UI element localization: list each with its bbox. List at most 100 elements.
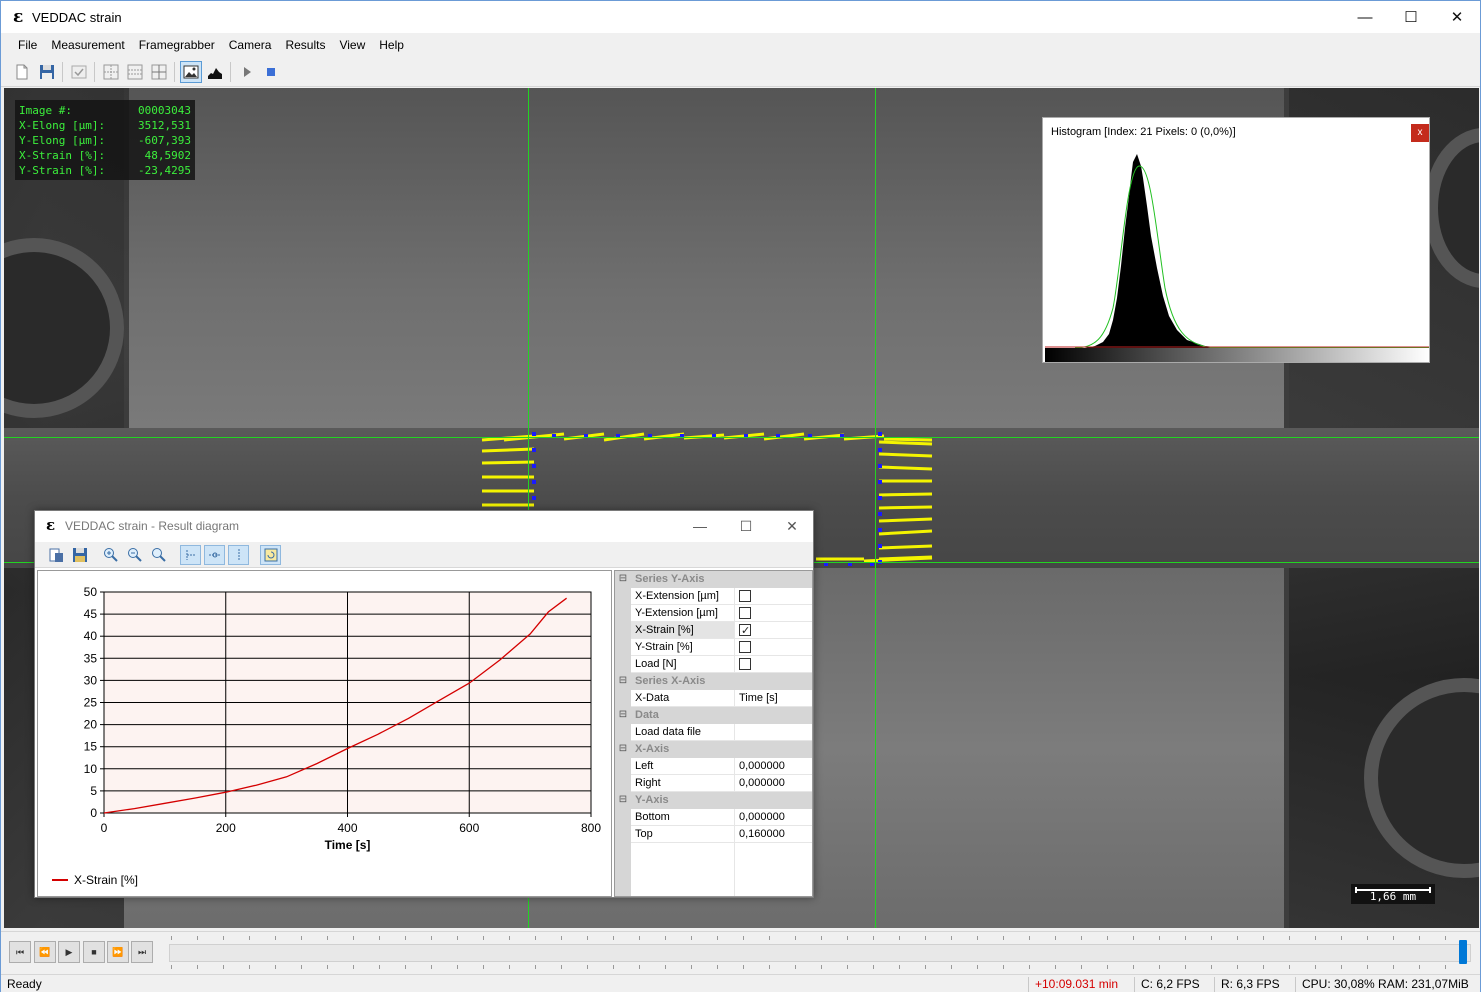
save-diagram-icon[interactable] <box>69 545 90 565</box>
property-gutter <box>615 656 631 673</box>
menu-framegrabber[interactable]: Framegrabber <box>132 34 222 56</box>
property-row[interactable]: Bottom 0,000000 <box>615 809 812 826</box>
zoom-fit-icon[interactable] <box>148 545 169 565</box>
histogram-panel[interactable]: Histogram [Index: 21 Pixels: 0 (0,0%)] x <box>1042 117 1430 363</box>
property-checkbox[interactable] <box>739 590 751 602</box>
property-name: X-Data <box>631 690 735 707</box>
play-icon[interactable]: ▶ <box>58 941 80 963</box>
play-icon[interactable] <box>236 61 258 83</box>
property-category[interactable]: ⊟ Data <box>615 707 812 724</box>
grid-horizontal-icon[interactable] <box>124 61 146 83</box>
property-row[interactable]: X-Extension [µm] <box>615 588 812 605</box>
property-row[interactable]: Y-Strain [%] <box>615 639 812 656</box>
menu-measurement[interactable]: Measurement <box>44 34 131 56</box>
collapse-icon[interactable]: ⊟ <box>615 673 631 690</box>
result-diagram-window: ε VEDDAC strain - Result diagram — ☐ ✕ 0… <box>34 510 814 898</box>
property-category[interactable]: ⊟ Series Y-Axis <box>615 571 812 588</box>
property-value[interactable] <box>735 724 812 741</box>
result-chart[interactable]: 0 5 10 15 20 25 30 35 40 45 50 0 200 400 600 800 Time [s… <box>37 570 612 897</box>
timeline-slider[interactable] <box>169 944 1471 962</box>
property-checkbox[interactable] <box>739 607 751 619</box>
y-tick-label: 0 <box>90 806 97 820</box>
x-tick-label: 200 <box>216 821 236 835</box>
property-row[interactable]: Load [N] <box>615 656 812 673</box>
property-checkbox[interactable] <box>739 658 751 670</box>
grid-both-icon[interactable] <box>148 61 170 83</box>
zoom-out-icon[interactable] <box>124 545 145 565</box>
property-row[interactable]: Left 0,000000 <box>615 758 812 775</box>
property-checkbox[interactable] <box>739 641 751 653</box>
minimize-button[interactable]: — <box>1342 1 1388 33</box>
new-icon[interactable] <box>11 61 33 83</box>
pan-x-icon[interactable] <box>180 545 201 565</box>
title-bar: ε VEDDAC strain — ☐ ✕ <box>1 1 1480 33</box>
pan-y-icon[interactable] <box>228 545 249 565</box>
status-ready: Ready <box>7 977 42 991</box>
collapse-icon[interactable]: ⊟ <box>615 792 631 809</box>
histogram-icon[interactable] <box>204 61 226 83</box>
stop-icon[interactable]: ■ <box>83 941 105 963</box>
maximize-button[interactable]: ☐ <box>1388 1 1434 33</box>
overlay-row: Y-Elong [µm]: -607,393 <box>19 134 191 147</box>
property-category-label: X-Axis <box>635 743 670 755</box>
property-row[interactable]: Right 0,000000 <box>615 775 812 792</box>
property-value[interactable]: 0,000000 <box>735 809 812 826</box>
property-gutter <box>615 690 631 707</box>
property-row[interactable]: Top 0,160000 <box>615 826 812 843</box>
skip-start-icon[interactable]: ⏮ <box>9 941 31 963</box>
property-value <box>735 622 812 639</box>
property-category[interactable]: ⊟ Y-Axis <box>615 792 812 809</box>
property-gutter <box>615 639 631 656</box>
skip-end-icon[interactable]: ⏭ <box>131 941 153 963</box>
collapse-icon[interactable]: ⊟ <box>615 707 631 724</box>
property-row[interactable]: X-Data Time [s] <box>615 690 812 707</box>
property-value[interactable]: 0,000000 <box>735 775 812 792</box>
result-maximize-button[interactable]: ☐ <box>723 511 769 541</box>
diagram-property-grid[interactable]: ⊟ Series Y-Axis X-Extension [µm] Y-Extensio… <box>614 570 813 897</box>
property-value[interactable]: Time [s] <box>735 690 812 707</box>
scale-bar: 1,66 mm <box>1351 884 1435 904</box>
check-icon[interactable] <box>68 61 90 83</box>
close-button[interactable]: ✕ <box>1434 1 1480 33</box>
stop-icon[interactable] <box>260 61 282 83</box>
legend-swatch <box>52 879 68 881</box>
export-icon[interactable] <box>45 545 66 565</box>
zoom-in-icon[interactable] <box>100 545 121 565</box>
property-row[interactable]: Load data file <box>615 724 812 741</box>
result-diagram-title: VEDDAC strain - Result diagram <box>65 519 240 533</box>
grid-vertical-icon[interactable] <box>100 61 122 83</box>
pan-xy-icon[interactable] <box>204 545 225 565</box>
chart-legend: X-Strain [%] <box>52 873 138 887</box>
collapse-icon[interactable]: ⊟ <box>615 741 631 758</box>
guide-line-horizontal[interactable] <box>4 437 1479 438</box>
step-back-icon[interactable]: ⏪ <box>34 941 56 963</box>
result-minimize-button[interactable]: — <box>677 511 723 541</box>
refresh-icon[interactable] <box>260 545 281 565</box>
property-name: Load [N] <box>631 656 735 673</box>
property-value[interactable]: 0,000000 <box>735 758 812 775</box>
guide-line-vertical[interactable] <box>875 88 876 928</box>
result-close-button[interactable]: ✕ <box>769 511 815 541</box>
y-tick-label: 35 <box>84 651 98 665</box>
property-value[interactable]: 0,160000 <box>735 826 812 843</box>
property-category[interactable]: ⊟ Series X-Axis <box>615 673 812 690</box>
menu-results[interactable]: Results <box>278 34 332 56</box>
playback-bar: ⏮ ⏪ ▶ ■ ⏩ ⏭ <box>1 931 1480 973</box>
timeline-thumb[interactable] <box>1459 940 1468 964</box>
histogram-close-button[interactable]: x <box>1411 124 1429 142</box>
app-logo: ε <box>13 7 24 27</box>
menu-file[interactable]: File <box>11 34 44 56</box>
save-icon[interactable] <box>36 61 58 83</box>
step-forward-icon[interactable]: ⏩ <box>107 941 129 963</box>
menu-view[interactable]: View <box>332 34 372 56</box>
property-row[interactable]: Y-Extension [µm] <box>615 605 812 622</box>
property-checkbox[interactable] <box>739 623 751 639</box>
menu-help[interactable]: Help <box>372 34 411 56</box>
collapse-icon[interactable]: ⊟ <box>615 571 631 588</box>
property-row[interactable]: X-Strain [%] <box>615 622 812 639</box>
image-icon[interactable] <box>180 61 202 83</box>
menu-camera[interactable]: Camera <box>222 34 279 56</box>
main-toolbar <box>1 57 1480 87</box>
property-category[interactable]: ⊟ X-Axis <box>615 741 812 758</box>
overlay-row: X-Strain [%]: 48,5902 <box>19 149 191 162</box>
